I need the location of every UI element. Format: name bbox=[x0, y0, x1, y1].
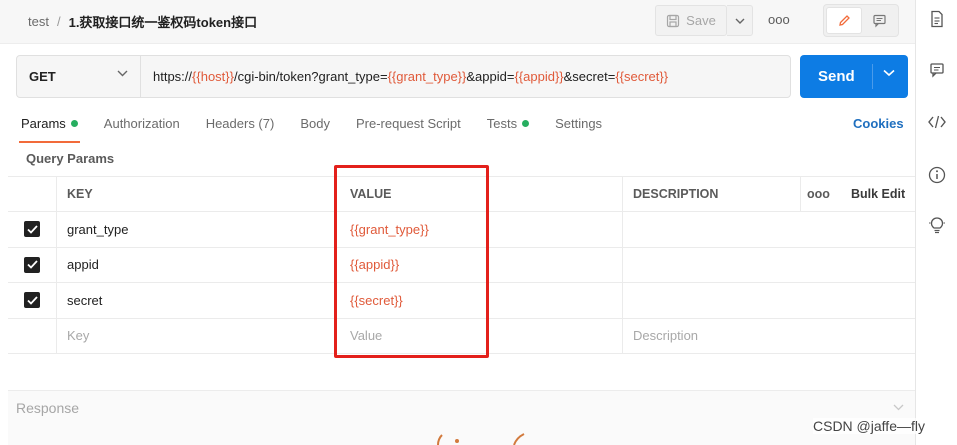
tab-headers-7[interactable]: Headers (7) bbox=[206, 116, 275, 131]
chevron-down-icon bbox=[735, 18, 744, 24]
tab-label: Tests bbox=[486, 116, 518, 131]
info-button[interactable] bbox=[916, 166, 957, 184]
response-title: Response bbox=[16, 400, 80, 416]
param-description-cell[interactable] bbox=[622, 247, 800, 282]
row-checkbox[interactable] bbox=[24, 256, 40, 273]
checkmark-icon bbox=[26, 225, 38, 234]
query-params-title: Query Params bbox=[26, 151, 115, 166]
send-divider bbox=[872, 64, 873, 89]
chevron-down-icon[interactable] bbox=[893, 404, 904, 411]
new-param-checkbox-cell bbox=[8, 319, 56, 354]
url-text: &secret= bbox=[563, 69, 616, 84]
param-key-cell[interactable]: secret bbox=[56, 283, 336, 318]
tab-tests[interactable]: Tests bbox=[486, 116, 530, 131]
method-select[interactable]: GET bbox=[17, 56, 141, 97]
url-variable: {{host}} bbox=[192, 69, 234, 84]
url-input[interactable]: https://{{host}}/cgi-bin/token?grant_typ… bbox=[153, 69, 668, 84]
value-column-highlight bbox=[334, 165, 489, 358]
save-icon bbox=[667, 14, 680, 27]
tab-label: Headers (7) bbox=[205, 116, 275, 131]
param-key-cell[interactable]: grant_type bbox=[56, 212, 336, 247]
info-icon bbox=[928, 166, 946, 184]
view-mode-toggle bbox=[823, 4, 899, 37]
row-checkbox-cell bbox=[8, 248, 56, 283]
comments-button[interactable] bbox=[916, 62, 957, 78]
code-icon bbox=[928, 115, 946, 129]
save-button-label: Save bbox=[686, 13, 716, 28]
tab-label: Params bbox=[21, 116, 66, 131]
more-actions-button[interactable]: ooo bbox=[768, 12, 790, 27]
document-icon bbox=[931, 10, 943, 28]
illustration-icon bbox=[437, 433, 525, 445]
column-options-button[interactable]: ooo bbox=[800, 177, 836, 211]
header-checkbox-cell bbox=[8, 177, 56, 211]
send-button[interactable]: Send bbox=[800, 55, 908, 98]
chevron-down-icon[interactable] bbox=[883, 69, 895, 77]
tab-label: Authorization bbox=[103, 116, 180, 131]
url-bar: GET https://{{host}}/cgi-bin/token?grant… bbox=[16, 55, 791, 98]
breadcrumb: test / 1.获取接口统一鉴权码token接口 bbox=[28, 12, 257, 31]
cookies-link[interactable]: Cookies bbox=[853, 116, 904, 131]
tab-label: Settings bbox=[555, 116, 603, 131]
column-header-key: KEY bbox=[56, 177, 336, 211]
comment-icon bbox=[930, 63, 944, 78]
new-description-input[interactable]: Description bbox=[622, 318, 800, 353]
comment-mode-button[interactable] bbox=[862, 7, 896, 34]
documentation-button[interactable] bbox=[916, 10, 957, 28]
save-button[interactable]: Save bbox=[655, 5, 727, 36]
request-header: test / 1.获取接口统一鉴权码token接口 Save ooo bbox=[0, 0, 915, 44]
right-sidebar bbox=[915, 0, 957, 445]
url-variable: {{grant_type}} bbox=[387, 69, 467, 84]
row-checkbox-cell bbox=[8, 283, 56, 318]
method-value: GET bbox=[29, 69, 56, 84]
status-dot bbox=[522, 120, 530, 127]
watermark: CSDN @jaffe—fly bbox=[813, 418, 925, 434]
save-dropdown-button[interactable] bbox=[727, 5, 753, 36]
comment-icon bbox=[872, 14, 886, 28]
param-key-cell[interactable]: appid bbox=[56, 247, 336, 282]
tab-label: Pre-request Script bbox=[355, 116, 461, 131]
url-variable: {{appid}} bbox=[514, 69, 564, 84]
tab-body[interactable]: Body bbox=[300, 116, 330, 131]
tab-label: Body bbox=[300, 116, 330, 131]
breadcrumb-request-name[interactable]: 1.获取接口统一鉴权码token接口 bbox=[69, 12, 258, 31]
bulb-icon bbox=[929, 217, 945, 234]
new-key-input[interactable]: Key bbox=[56, 318, 336, 353]
url-text: &appid= bbox=[466, 69, 515, 84]
param-description-cell[interactable] bbox=[622, 212, 800, 247]
row-checkbox-cell bbox=[8, 212, 56, 247]
checkmark-icon bbox=[26, 296, 38, 305]
tab-authorization[interactable]: Authorization bbox=[104, 116, 180, 131]
row-checkbox[interactable] bbox=[24, 221, 40, 238]
url-variable: {{secret}} bbox=[615, 69, 669, 84]
status-dot bbox=[70, 120, 78, 127]
tab-params[interactable]: Params bbox=[19, 116, 80, 143]
edit-mode-button[interactable] bbox=[826, 7, 862, 34]
row-checkbox[interactable] bbox=[24, 292, 40, 309]
breadcrumb-separator: / bbox=[56, 14, 61, 29]
bulk-edit-button[interactable]: Bulk Edit bbox=[836, 177, 915, 211]
send-button-label: Send bbox=[818, 68, 855, 85]
url-text: https:// bbox=[153, 69, 193, 84]
pencil-icon bbox=[838, 15, 850, 26]
checkmark-icon bbox=[26, 260, 38, 270]
tab-settings[interactable]: Settings bbox=[555, 116, 602, 131]
breadcrumb-collection[interactable]: test bbox=[28, 14, 49, 29]
request-tabs: Params Authorization Headers (7) Body Pre-re… bbox=[19, 116, 628, 143]
tab-pre-request-script[interactable]: Pre-request Script bbox=[356, 116, 461, 131]
column-header-description: DESCRIPTION bbox=[622, 177, 800, 211]
chevron-down-icon bbox=[117, 70, 128, 77]
param-description-cell[interactable] bbox=[622, 283, 800, 318]
url-text: /cgi-bin/token?grant_type= bbox=[233, 69, 388, 84]
code-snippet-button[interactable] bbox=[916, 115, 957, 129]
suggestions-button[interactable] bbox=[916, 215, 957, 235]
